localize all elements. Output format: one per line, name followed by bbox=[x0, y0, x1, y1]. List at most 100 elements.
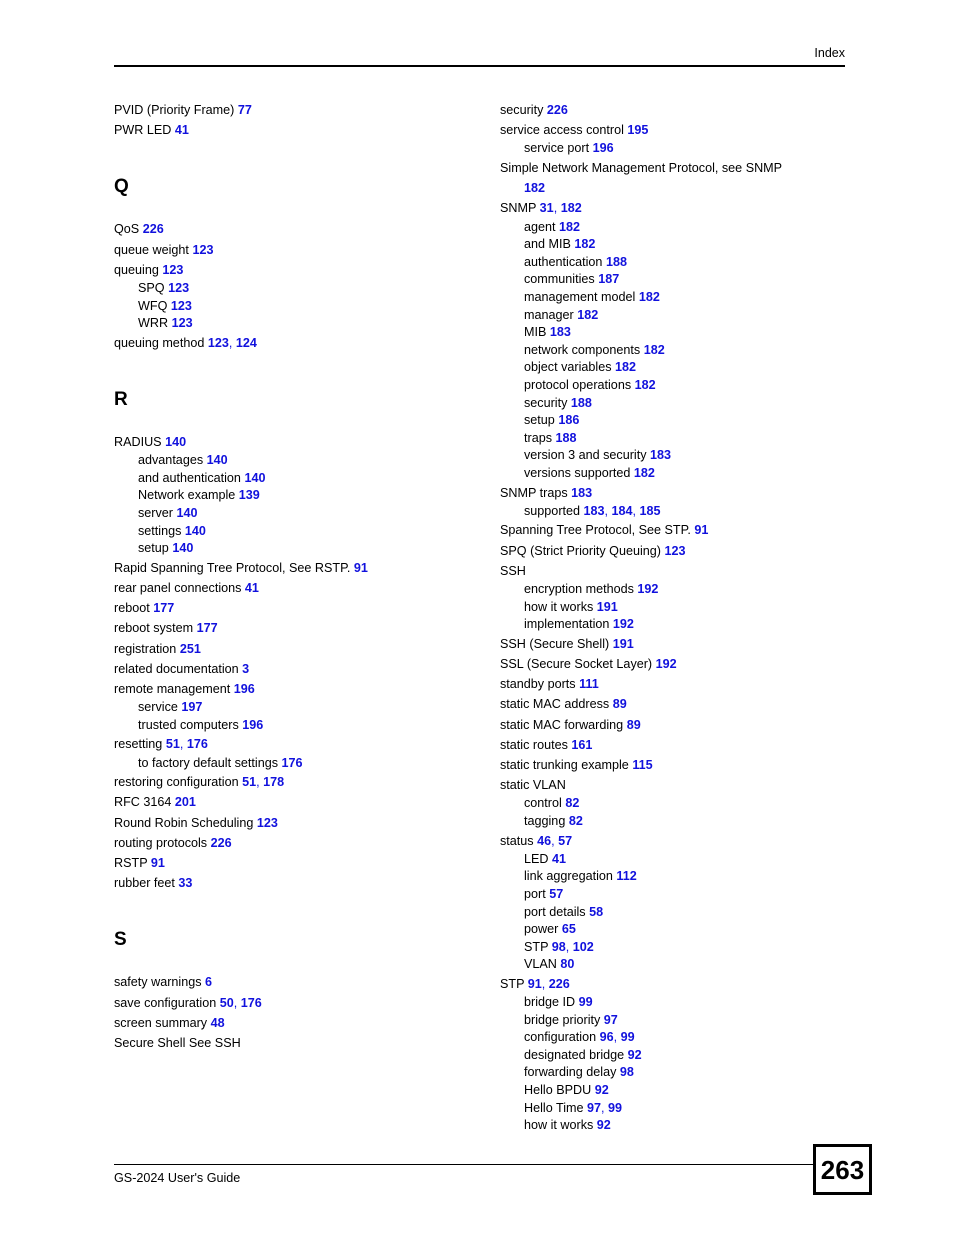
index-entry[interactable]: SNMP traps 183 bbox=[500, 483, 866, 503]
page-reference[interactable]: 41 bbox=[175, 123, 189, 137]
page-reference[interactable]: 139 bbox=[239, 488, 260, 502]
page-reference[interactable]: 51 bbox=[242, 775, 256, 789]
index-entry[interactable]: SNMP 31, 182 bbox=[500, 198, 866, 218]
index-subentry[interactable]: manager 182 bbox=[500, 307, 866, 325]
index-subentry[interactable]: agent 182 bbox=[500, 219, 866, 237]
page-reference[interactable]: 188 bbox=[571, 396, 592, 410]
index-subentry[interactable]: version 3 and security 183 bbox=[500, 447, 866, 465]
index-entry[interactable]: resetting 51, 176 bbox=[114, 734, 480, 754]
page-reference[interactable]: 182 bbox=[561, 201, 582, 215]
page-reference[interactable]: 41 bbox=[552, 852, 566, 866]
page-reference[interactable]: 97 bbox=[604, 1013, 618, 1027]
page-reference[interactable]: 196 bbox=[593, 141, 614, 155]
page-reference[interactable]: 92 bbox=[597, 1118, 611, 1132]
page-reference[interactable]: 183 bbox=[550, 325, 571, 339]
page-reference[interactable]: 182 bbox=[524, 181, 545, 195]
index-entry[interactable]: rubber feet 33 bbox=[114, 873, 480, 893]
index-subentry[interactable]: object variables 182 bbox=[500, 359, 866, 377]
page-reference[interactable]: 99 bbox=[608, 1101, 622, 1115]
page-reference[interactable]: 111 bbox=[579, 677, 599, 691]
index-entry[interactable]: screen summary 48 bbox=[114, 1013, 480, 1033]
page-reference[interactable]: 182 bbox=[644, 343, 665, 357]
index-subentry[interactable]: network components 182 bbox=[500, 342, 866, 360]
page-reference[interactable]: 182 bbox=[639, 290, 660, 304]
index-subentry[interactable]: STP 98, 102 bbox=[500, 939, 866, 957]
page-reference[interactable]: 97 bbox=[587, 1101, 601, 1115]
index-entry[interactable]: static VLAN bbox=[500, 775, 866, 795]
page-reference[interactable]: 91 bbox=[694, 523, 708, 537]
page-reference[interactable]: 98 bbox=[620, 1065, 634, 1079]
index-subentry[interactable]: VLAN 80 bbox=[500, 956, 866, 974]
page-reference[interactable]: 197 bbox=[181, 700, 202, 714]
page-reference[interactable]: 140 bbox=[207, 453, 228, 467]
index-entry[interactable]: QoS 226 bbox=[114, 219, 480, 239]
index-subentry[interactable]: port 57 bbox=[500, 886, 866, 904]
page-reference[interactable]: 123 bbox=[168, 281, 189, 295]
index-entry[interactable]: remote management 196 bbox=[114, 679, 480, 699]
page-reference[interactable]: 192 bbox=[656, 657, 677, 671]
index-subentry[interactable]: tagging 82 bbox=[500, 813, 866, 831]
index-entry[interactable]: reboot 177 bbox=[114, 598, 480, 618]
page-reference[interactable]: 176 bbox=[187, 737, 208, 751]
index-subentry[interactable]: communities 187 bbox=[500, 271, 866, 289]
page-reference[interactable]: 98 bbox=[552, 940, 566, 954]
index-subentry[interactable]: designated bridge 92 bbox=[500, 1047, 866, 1065]
index-subentry[interactable]: implementation 192 bbox=[500, 616, 866, 634]
page-reference[interactable]: 182 bbox=[559, 220, 580, 234]
page-reference[interactable]: 65 bbox=[562, 922, 576, 936]
page-reference[interactable]: 191 bbox=[597, 600, 618, 614]
index-subentry[interactable]: traps 188 bbox=[500, 430, 866, 448]
index-subentry[interactable]: WRR 123 bbox=[114, 315, 480, 333]
page-reference[interactable]: 186 bbox=[558, 413, 579, 427]
index-subentry[interactable]: encryption methods 192 bbox=[500, 581, 866, 599]
page-reference[interactable]: 46 bbox=[537, 834, 551, 848]
page-reference[interactable]: 196 bbox=[242, 718, 263, 732]
index-entry[interactable]: SSH bbox=[500, 561, 866, 581]
index-subentry[interactable]: control 82 bbox=[500, 795, 866, 813]
index-entry[interactable]: static MAC forwarding 89 bbox=[500, 715, 866, 735]
index-subentry[interactable]: service port 196 bbox=[500, 140, 866, 158]
index-subentry[interactable]: link aggregation 112 bbox=[500, 868, 866, 886]
index-entry[interactable]: Secure Shell See SSH bbox=[114, 1033, 480, 1053]
index-subentry[interactable]: Hello BPDU 92 bbox=[500, 1082, 866, 1100]
index-entry[interactable]: status 46, 57 bbox=[500, 831, 866, 851]
page-reference[interactable]: 177 bbox=[197, 621, 218, 635]
index-entry[interactable]: Spanning Tree Protocol, See STP. 91 bbox=[500, 520, 866, 540]
page-reference[interactable]: 3 bbox=[242, 662, 249, 676]
index-entry[interactable]: SSL (Secure Socket Layer) 192 bbox=[500, 654, 866, 674]
page-reference[interactable]: 41 bbox=[245, 581, 259, 595]
index-subentry[interactable]: management model 182 bbox=[500, 289, 866, 307]
page-reference[interactable]: 183 bbox=[650, 448, 671, 462]
page-reference[interactable]: 182 bbox=[574, 237, 595, 251]
index-entry[interactable]: SSH (Secure Shell) 191 bbox=[500, 634, 866, 654]
page-reference[interactable]: 195 bbox=[627, 123, 648, 137]
page-reference[interactable]: 123 bbox=[257, 816, 278, 830]
index-subentry[interactable]: LED 41 bbox=[500, 851, 866, 869]
index-subentry[interactable]: supported 183, 184, 185 bbox=[500, 503, 866, 521]
index-entry[interactable]: queuing 123 bbox=[114, 260, 480, 280]
page-reference[interactable]: 182 bbox=[634, 466, 655, 480]
page-reference[interactable]: 183 bbox=[571, 486, 592, 500]
page-reference[interactable]: 176 bbox=[282, 756, 303, 770]
page-reference[interactable]: 192 bbox=[613, 617, 634, 631]
index-entry[interactable]: Rapid Spanning Tree Protocol, See RSTP. … bbox=[114, 558, 480, 578]
page-reference[interactable]: 57 bbox=[549, 887, 563, 901]
page-reference[interactable]: 48 bbox=[211, 1016, 225, 1030]
index-subentry[interactable]: server 140 bbox=[114, 505, 480, 523]
page-reference[interactable]: 123 bbox=[171, 299, 192, 313]
page-reference[interactable]: 51 bbox=[166, 737, 180, 751]
index-subentry[interactable]: configuration 96, 99 bbox=[500, 1029, 866, 1047]
page-reference[interactable]: 251 bbox=[180, 642, 201, 656]
page-reference[interactable]: 226 bbox=[547, 103, 568, 117]
page-reference[interactable]: 96 bbox=[600, 1030, 614, 1044]
index-entry[interactable]: queue weight 123 bbox=[114, 240, 480, 260]
index-entry[interactable]: restoring configuration 51, 178 bbox=[114, 772, 480, 792]
index-entry[interactable]: registration 251 bbox=[114, 639, 480, 659]
index-entry[interactable]: SPQ (Strict Priority Queuing) 123 bbox=[500, 541, 866, 561]
page-reference[interactable]: 123 bbox=[172, 316, 193, 330]
index-subentry[interactable]: setup 186 bbox=[500, 412, 866, 430]
index-entry[interactable]: PWR LED 41 bbox=[114, 120, 480, 140]
index-entry[interactable]: related documentation 3 bbox=[114, 659, 480, 679]
page-reference[interactable]: 91 bbox=[151, 856, 165, 870]
index-entry[interactable]: static routes 161 bbox=[500, 735, 866, 755]
